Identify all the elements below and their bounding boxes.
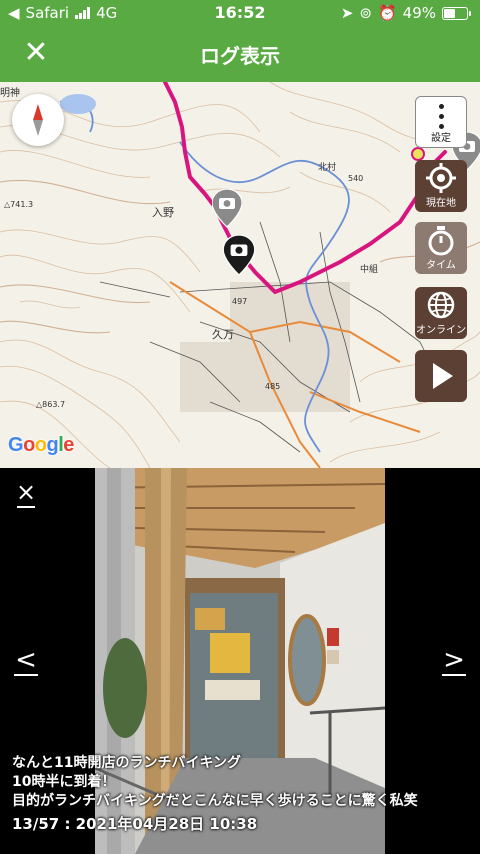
map-view[interactable]: 明神 入野 久万 北村 中組 △741.3 △863.7 497 485 540… xyxy=(0,82,480,468)
photo-counter-timestamp: 13/57 : 2021年04月28日 10:38 xyxy=(12,815,258,833)
play-button[interactable] xyxy=(415,350,467,402)
caption-line: 目的がランチバイキングだとこんなに早く歩けることに驚く私笑 xyxy=(12,793,418,809)
settings-label: 設定 xyxy=(431,133,451,144)
online-button[interactable]: オンライン xyxy=(415,287,467,339)
elevation-label: 485 xyxy=(265,382,281,391)
more-vert-icon xyxy=(416,104,466,129)
compass-icon xyxy=(33,104,43,136)
globe-icon xyxy=(427,291,455,319)
top-bar: ◀ Safari 4G 16:52 ➤ ⊚ ⏰ 49% ✕ ログ表示 xyxy=(0,0,480,82)
stopwatch-icon xyxy=(428,226,454,256)
elevation-label: 497 xyxy=(232,297,248,306)
battery-percent: 49% xyxy=(402,4,436,22)
caption-line: 10時半に到着！ xyxy=(12,774,116,790)
status-bar: ◀ Safari 4G 16:52 ➤ ⊚ ⏰ 49% xyxy=(0,0,480,26)
compass-button[interactable] xyxy=(12,94,64,146)
timer-button[interactable]: タイム xyxy=(415,222,467,274)
selected-photo-pin-icon[interactable] xyxy=(223,235,255,277)
photo-caption: なんと11時開店のランチバイキング 10時半に到着！ 目的がランチバイキングだと… xyxy=(12,754,472,834)
alarm-icon: ⏰ xyxy=(377,4,397,22)
photo-viewer: × < > なんと11時開店のランチバイキング 10時半に到着！ 目的がランチバ… xyxy=(0,468,480,854)
elevation-label: △741.3 xyxy=(4,200,34,209)
crosshair-icon xyxy=(426,163,456,193)
current-location-button[interactable]: 現在地 xyxy=(415,160,467,212)
previous-photo-button[interactable]: < xyxy=(12,647,40,676)
elevation-label: △863.7 xyxy=(36,400,66,409)
place-label: 北村 xyxy=(318,163,337,173)
next-photo-button[interactable]: > xyxy=(440,647,468,676)
place-label: 中組 xyxy=(360,265,379,275)
settings-button[interactable]: 設定 xyxy=(415,96,467,148)
timer-label: タイム xyxy=(426,260,456,271)
battery-level xyxy=(444,8,455,18)
battery-icon xyxy=(442,6,471,20)
header: ✕ ログ表示 xyxy=(0,26,480,82)
rotation-lock-icon: ⊚ xyxy=(359,4,372,22)
page-title: ログ表示 xyxy=(200,44,280,68)
place-label: 入野 xyxy=(152,206,174,219)
caption-line: なんと11時開店のランチバイキング xyxy=(12,755,242,771)
current-location-label: 現在地 xyxy=(426,198,456,209)
photo-pin-icon[interactable] xyxy=(212,189,242,229)
play-icon xyxy=(433,363,453,389)
online-label: オンライン xyxy=(416,325,466,336)
location-arrow-icon: ➤ xyxy=(340,4,354,22)
elevation-label: 540 xyxy=(348,174,364,183)
google-attribution-logo: Google xyxy=(8,434,74,456)
place-label: 久万 xyxy=(212,328,234,341)
close-viewer-button[interactable]: × xyxy=(14,480,38,508)
